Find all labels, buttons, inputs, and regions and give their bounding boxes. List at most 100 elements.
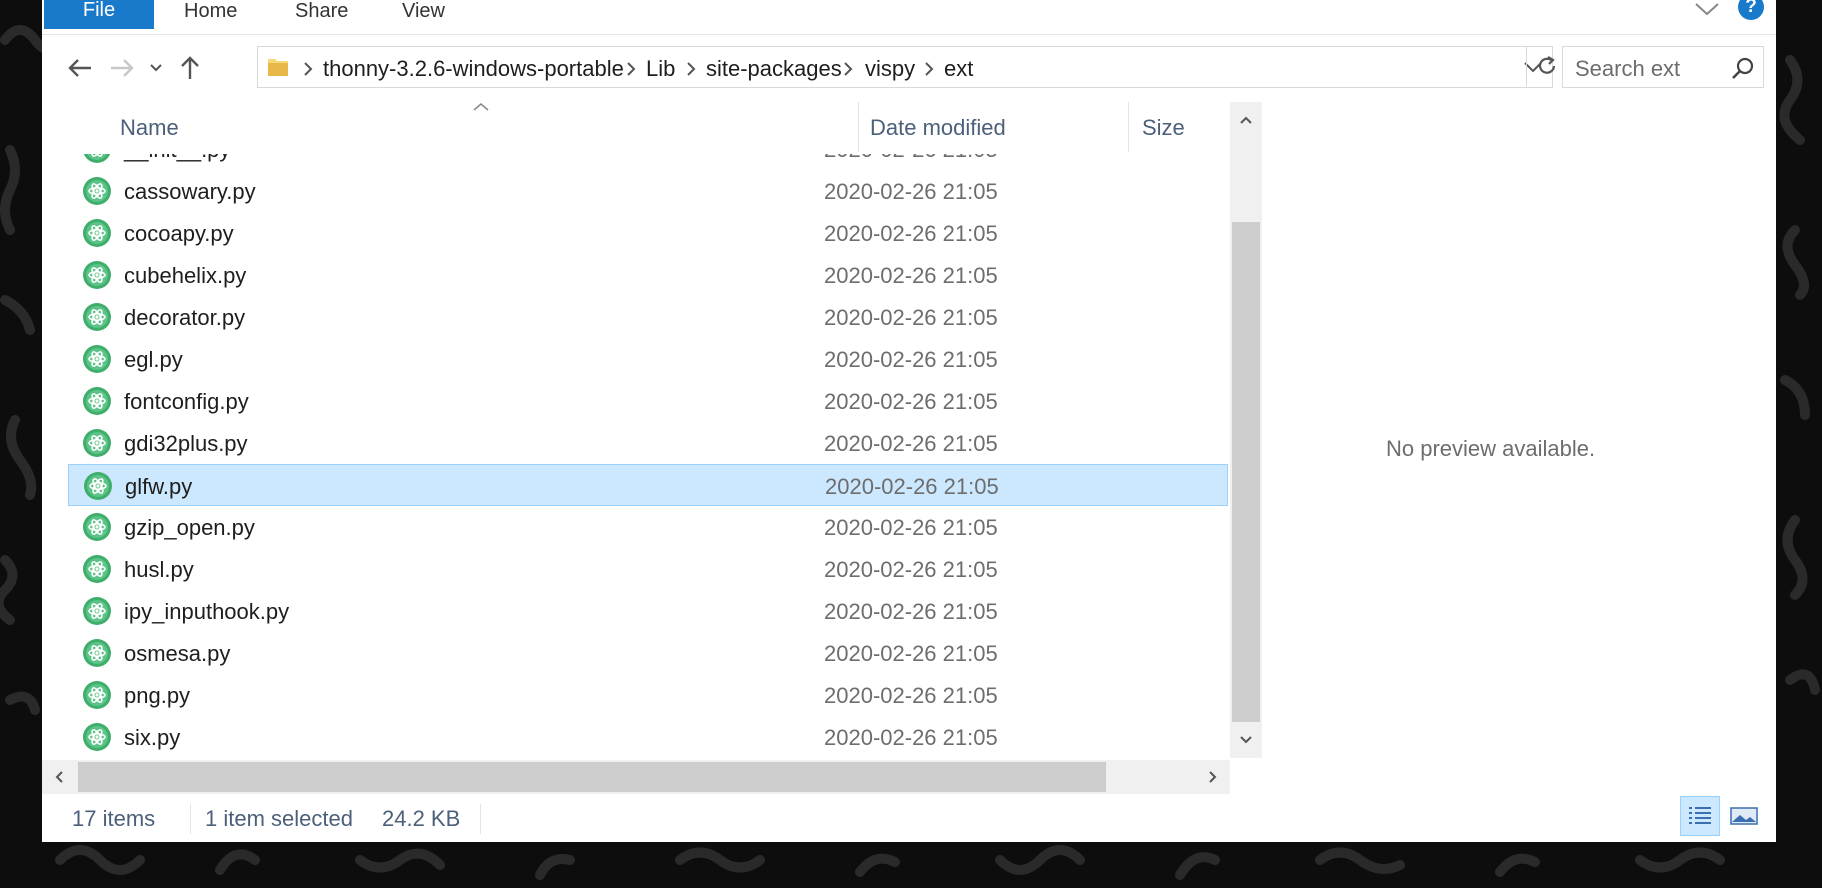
column-divider[interactable] — [1128, 102, 1129, 152]
file-row[interactable]: __init__.py 2020-02-26 21:05 — [68, 154, 1228, 170]
file-row[interactable]: png.py 2020-02-26 21:05 — [68, 674, 1228, 716]
scroll-up-button[interactable] — [1230, 102, 1262, 138]
file-name: fontconfig.py — [124, 389, 249, 414]
column-divider[interactable] — [858, 102, 859, 152]
file-date-modified: 2020-02-26 21:05 — [824, 557, 998, 582]
file-row[interactable]: osmesa.py 2020-02-26 21:05 — [68, 632, 1228, 674]
file-date-modified: 2020-02-26 21:05 — [824, 347, 998, 372]
file-row[interactable]: cassowary.py 2020-02-26 21:05 — [68, 170, 1228, 212]
status-selection: 1 item selected — [205, 806, 353, 831]
file-row[interactable]: ipy_inputhook.py 2020-02-26 21:05 — [68, 590, 1228, 632]
file-date-modified: 2020-02-26 21:05 — [824, 221, 998, 246]
chevron-up-icon — [1240, 116, 1252, 124]
help-button[interactable]: ? — [1738, 0, 1764, 20]
forward-arrow-icon — [111, 59, 134, 77]
search-box[interactable]: Search ext — [1562, 46, 1764, 88]
file-name: __init__.py — [124, 154, 230, 163]
large-icons-view-icon — [1730, 807, 1758, 825]
file-row[interactable]: gzip_open.py 2020-02-26 21:05 — [68, 506, 1228, 548]
details-view-button[interactable] — [1680, 796, 1720, 836]
refresh-button[interactable] — [1526, 46, 1567, 86]
file-name: ipy_inputhook.py — [124, 599, 290, 624]
large-icons-view-button[interactable] — [1724, 796, 1764, 836]
python-file-icon — [83, 555, 111, 583]
scroll-right-button[interactable] — [1196, 760, 1230, 794]
file-row[interactable]: glfw.py 2020-02-26 21:05 — [68, 464, 1228, 506]
tab-home[interactable]: Home — [184, 0, 237, 30]
file-name: egl.py — [124, 347, 183, 372]
chevron-right-icon — [627, 62, 636, 76]
tab-view[interactable]: View — [402, 0, 445, 30]
file-date-modified: 2020-02-26 21:05 — [824, 725, 998, 750]
details-view-icon — [1689, 807, 1711, 824]
breadcrumb-ext[interactable]: ext — [944, 56, 973, 82]
python-file-icon — [83, 261, 111, 289]
refresh-icon — [1538, 56, 1556, 74]
forward-button[interactable] — [104, 48, 140, 88]
file-name: gdi32plus.py — [124, 431, 248, 456]
search-icon[interactable] — [1731, 56, 1755, 80]
tab-share[interactable]: Share — [295, 0, 348, 30]
python-file-icon — [83, 429, 111, 457]
breadcrumb-vispy[interactable]: vispy — [865, 56, 915, 82]
column-header-name[interactable]: Name — [120, 102, 179, 154]
horizontal-scrollbar[interactable] — [42, 760, 1230, 794]
python-file-icon — [84, 472, 112, 500]
file-name: cubehelix.py — [124, 263, 247, 288]
file-date-modified: 2020-02-26 21:05 — [824, 515, 998, 540]
expand-ribbon-chevron-icon[interactable] — [1692, 0, 1722, 20]
chevron-left-icon — [55, 771, 63, 783]
file-date-modified: 2020-02-26 21:05 — [824, 305, 998, 330]
file-name: cassowary.py — [124, 179, 256, 204]
sort-ascending-icon — [473, 103, 489, 111]
back-arrow-icon — [68, 59, 91, 77]
vertical-scrollbar[interactable] — [1230, 102, 1262, 758]
recent-locations-button[interactable] — [142, 48, 170, 88]
file-explorer-window: File Home Share View ? thonny-3.2.6-wind… — [42, 0, 1776, 842]
horizontal-scroll-thumb[interactable] — [78, 762, 1106, 792]
column-header-date-modified[interactable]: Date modified — [870, 102, 1006, 154]
chevron-right-icon — [844, 62, 853, 76]
folder-icon — [268, 59, 288, 76]
file-row[interactable]: cubehelix.py 2020-02-26 21:05 — [68, 254, 1228, 296]
status-item-count: 17 items — [72, 806, 156, 831]
status-divider — [480, 804, 481, 834]
file-date-modified: 2020-02-26 21:05 — [824, 641, 998, 666]
column-header-size[interactable]: Size — [1142, 102, 1185, 154]
breadcrumb-site-packages[interactable]: site-packages — [706, 56, 842, 82]
scroll-down-button[interactable] — [1230, 722, 1262, 758]
file-date-modified: 2020-02-26 21:05 — [824, 683, 998, 708]
python-file-icon — [83, 723, 111, 751]
breadcrumb-lib[interactable]: Lib — [646, 56, 675, 82]
file-date-modified: 2020-02-26 21:05 — [825, 474, 999, 499]
file-row[interactable]: gdi32plus.py 2020-02-26 21:05 — [68, 422, 1228, 464]
file-row[interactable]: decorator.py 2020-02-26 21:05 — [68, 296, 1228, 338]
file-date-modified: 2020-02-26 21:05 — [824, 154, 998, 163]
file-name: decorator.py — [124, 305, 246, 330]
ribbon: File Home Share View ? — [42, 0, 1776, 35]
back-button[interactable] — [62, 48, 98, 88]
search-input[interactable]: Search ext — [1575, 56, 1680, 82]
file-row[interactable]: cocoapy.py 2020-02-26 21:05 — [68, 212, 1228, 254]
file-row[interactable]: husl.py 2020-02-26 21:05 — [68, 548, 1228, 590]
file-date-modified: 2020-02-26 21:05 — [824, 179, 998, 204]
python-file-icon — [83, 513, 111, 541]
preview-pane-message: No preview available. — [1386, 436, 1596, 461]
file-row[interactable]: egl.py 2020-02-26 21:05 — [68, 338, 1228, 380]
python-file-icon — [83, 345, 111, 373]
python-file-icon — [83, 681, 111, 709]
file-row[interactable]: six.py 2020-02-26 21:05 — [68, 716, 1228, 758]
file-row[interactable]: fontconfig.py 2020-02-26 21:05 — [68, 380, 1228, 422]
chevron-down-icon — [1240, 736, 1252, 744]
python-file-icon — [83, 639, 111, 667]
file-name: six.py — [124, 725, 181, 750]
up-button[interactable] — [172, 48, 208, 88]
address-bar[interactable]: thonny-3.2.6-windows-portable Lib site-p… — [257, 46, 1553, 88]
tab-file[interactable]: File — [44, 0, 154, 29]
chevron-right-icon — [1209, 771, 1217, 783]
file-date-modified: 2020-02-26 21:05 — [824, 389, 998, 414]
chevron-down-icon — [150, 64, 162, 72]
scroll-left-button[interactable] — [42, 760, 76, 794]
breadcrumb-thonny[interactable]: thonny-3.2.6-windows-portable — [323, 56, 624, 82]
vertical-scroll-thumb[interactable] — [1232, 222, 1260, 722]
